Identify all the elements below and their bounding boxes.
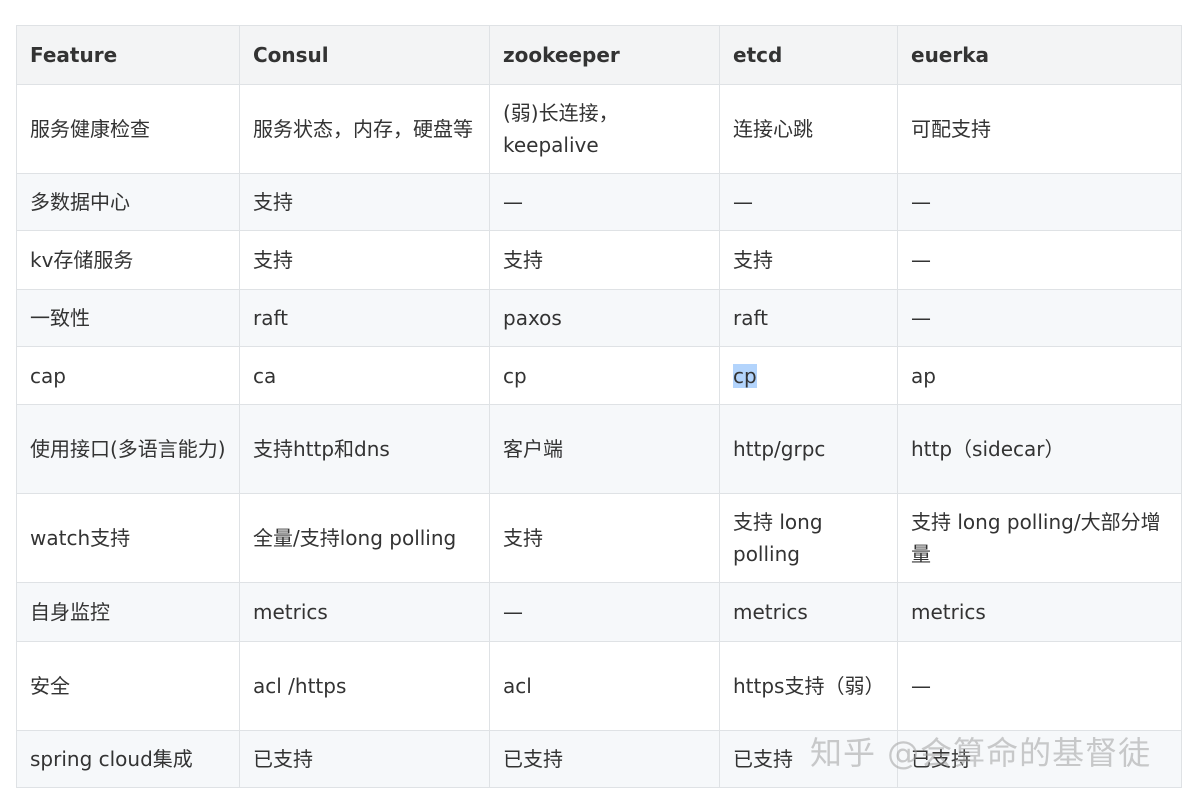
table-row: 自身监控 metrics — metrics metrics: [16, 582, 1182, 642]
table-cell: 支持: [489, 230, 720, 290]
header-etcd: etcd: [719, 25, 898, 85]
table-cell: raft: [719, 289, 898, 347]
table-row: spring cloud集成 已支持 已支持 已支持 已支持: [16, 730, 1182, 788]
table-cell: 支持 long polling: [719, 493, 898, 583]
table-row: 多数据中心 支持 — — —: [16, 173, 1182, 231]
table-cell: cp: [489, 346, 720, 405]
table-cell: 多数据中心: [16, 173, 240, 231]
table-cell: acl: [489, 641, 720, 731]
table-row: 使用接口(多语言能力) 支持http和dns 客户端 http/grpc htt…: [16, 404, 1182, 494]
selected-text[interactable]: cp: [733, 363, 757, 388]
table-cell: 自身监控: [16, 582, 240, 642]
table-cell: 服务健康检查: [16, 84, 240, 174]
table-cell: paxos: [489, 289, 720, 347]
table-row: 安全 acl /https acl https支持（弱） —: [16, 641, 1182, 731]
table-cell: 支持http和dns: [239, 404, 490, 494]
table-cell: cp: [719, 346, 898, 405]
table-cell: 使用接口(多语言能力): [16, 404, 240, 494]
table-row: watch支持 全量/支持long polling 支持 支持 long pol…: [16, 493, 1182, 583]
header-consul: Consul: [239, 25, 490, 85]
table-cell: —: [897, 641, 1182, 731]
table-cell: 支持: [489, 493, 720, 583]
table-cell: 已支持: [239, 730, 490, 788]
table-cell: kv存储服务: [16, 230, 240, 290]
table-cell: 已支持: [719, 730, 898, 788]
table-cell: metrics: [897, 582, 1182, 642]
table-cell: metrics: [719, 582, 898, 642]
table-cell: 支持: [239, 173, 490, 231]
table-cell: 连接心跳: [719, 84, 898, 174]
table-cell: watch支持: [16, 493, 240, 583]
header-feature: Feature: [16, 25, 240, 85]
table-cell: 已支持: [897, 730, 1182, 788]
table-cell: http/grpc: [719, 404, 898, 494]
table-cell: ap: [897, 346, 1182, 405]
table-cell: raft: [239, 289, 490, 347]
table-cell: 安全: [16, 641, 240, 731]
table-cell: 支持: [239, 230, 490, 290]
table-cell: metrics: [239, 582, 490, 642]
table-cell: —: [489, 173, 720, 231]
table-cell: http（sidecar）: [897, 404, 1182, 494]
table-header-row: Feature Consul zookeeper etcd euerka: [16, 25, 1182, 85]
table-row: cap ca cp cp ap: [16, 346, 1182, 405]
table-cell: —: [489, 582, 720, 642]
table-cell: 支持: [719, 230, 898, 290]
table-row: 服务健康检查 服务状态，内存，硬盘等 (弱)长连接，keepalive 连接心跳…: [16, 84, 1182, 174]
table-cell: 全量/支持long polling: [239, 493, 490, 583]
table-cell: —: [897, 173, 1182, 231]
table-cell: 支持 long polling/大部分增量: [897, 493, 1182, 583]
table-cell: —: [897, 289, 1182, 347]
table-cell: 一致性: [16, 289, 240, 347]
table-cell: —: [719, 173, 898, 231]
table-cell: ca: [239, 346, 490, 405]
table-cell: —: [897, 230, 1182, 290]
comparison-table-container: Feature Consul zookeeper etcd euerka 服务健…: [16, 25, 1182, 788]
table-row: kv存储服务 支持 支持 支持 —: [16, 230, 1182, 290]
table-cell: https支持（弱）: [719, 641, 898, 731]
header-euerka: euerka: [897, 25, 1182, 85]
header-zookeeper: zookeeper: [489, 25, 720, 85]
table-cell: spring cloud集成: [16, 730, 240, 788]
table-cell: 客户端: [489, 404, 720, 494]
table-cell: 已支持: [489, 730, 720, 788]
table-cell: cap: [16, 346, 240, 405]
table-row: 一致性 raft paxos raft —: [16, 289, 1182, 347]
table-cell: 可配支持: [897, 84, 1182, 174]
comparison-table: Feature Consul zookeeper etcd euerka 服务健…: [16, 25, 1182, 788]
table-cell: acl /https: [239, 641, 490, 731]
table-cell: (弱)长连接，keepalive: [489, 84, 720, 174]
table-cell: 服务状态，内存，硬盘等: [239, 84, 490, 174]
